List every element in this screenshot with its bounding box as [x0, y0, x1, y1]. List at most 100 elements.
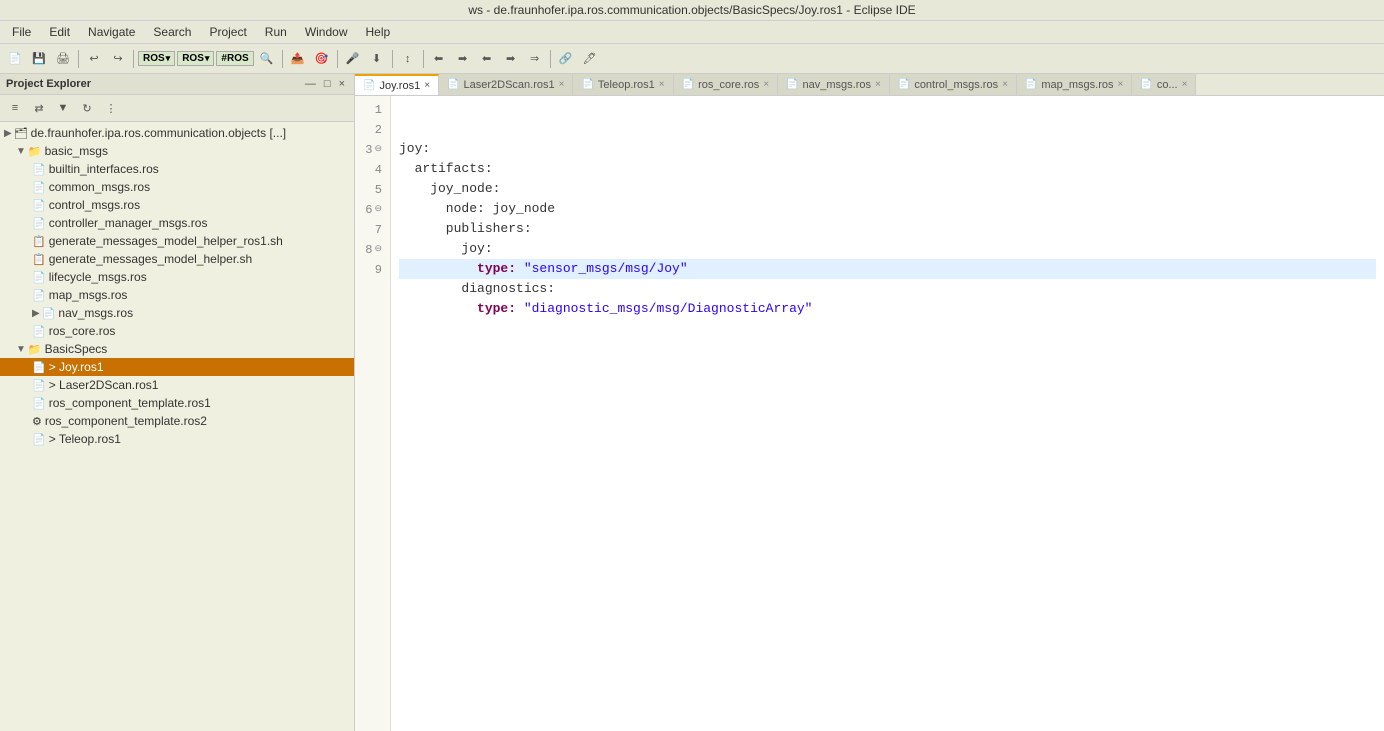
code-line: publishers:	[399, 219, 1376, 239]
sidebar-item-joy-ros1[interactable]: 📄 > Joy.ros1	[0, 358, 354, 376]
toolbar-undo[interactable]: ↩	[83, 48, 105, 70]
sidebar-item-ros-core[interactable]: 📄 ros_core.ros	[0, 322, 354, 340]
sidebar-item-gen-msgs-ros1[interactable]: 📋 generate_messages_model_helper_ros1.sh	[0, 232, 354, 250]
fold-marker[interactable]: ⊖	[374, 243, 382, 257]
menu-item-edit[interactable]: Edit	[41, 23, 78, 41]
tab-close-btn[interactable]: ×	[875, 79, 881, 90]
sidebar-item-laser2d[interactable]: 📄 > Laser2DScan.ros1	[0, 376, 354, 394]
toolbar-fwd3[interactable]: ⇒	[524, 48, 546, 70]
sidebar-collapse-all[interactable]: ≡	[4, 97, 26, 119]
fold-marker[interactable]: ⊖	[374, 203, 382, 217]
sidebar-item-teleop[interactable]: 📄 > Teleop.ros1	[0, 430, 354, 448]
line-number: 8⊖	[359, 240, 382, 260]
menu-item-search[interactable]: Search	[145, 23, 199, 41]
file-tab-icon: 📄	[682, 79, 694, 90]
file-icon: 📄	[42, 307, 56, 320]
code-line: joy_node:	[399, 179, 1376, 199]
sidebar-item-ros-comp-ros1[interactable]: 📄 ros_component_template.ros1	[0, 394, 354, 412]
menu-item-file[interactable]: File	[4, 23, 39, 41]
file-icon: 📄	[32, 163, 46, 176]
sidebar-item-gen-msgs[interactable]: 📋 generate_messages_model_helper.sh	[0, 250, 354, 268]
sidebar-item-common-msgs[interactable]: 📄 common_msgs.ros	[0, 178, 354, 196]
sidebar-close-btn[interactable]: ×	[336, 77, 348, 91]
toolbar-new[interactable]: 📄	[4, 48, 26, 70]
tab-ros-core-ros[interactable]: 📄ros_core.ros×	[674, 74, 778, 95]
file-tab-icon: 📄	[363, 80, 375, 91]
file-icon: 📄	[32, 199, 46, 212]
file-icon: 📄	[32, 289, 46, 302]
sidebar-item-builtin[interactable]: 📄 builtin_interfaces.ros	[0, 160, 354, 178]
tab-laser2dscan-ros1[interactable]: 📄Laser2DScan.ros1×	[439, 74, 573, 95]
sidebar-refresh[interactable]: ↻	[76, 97, 98, 119]
editor-area: 📄Joy.ros1×📄Laser2DScan.ros1×📄Teleop.ros1…	[355, 74, 1384, 731]
sidebar-item-controller-manager[interactable]: 📄 controller_manager_msgs.ros	[0, 214, 354, 232]
tab-close-btn[interactable]: ×	[424, 80, 430, 91]
line-number: 3⊖	[359, 140, 382, 160]
sidebar-item-basic-msgs[interactable]: ▼ 📁 basic_msgs	[0, 142, 354, 160]
tab-teleop-ros1[interactable]: 📄Teleop.ros1×	[573, 74, 673, 95]
script-file-icon: 📋	[32, 253, 46, 266]
toolbar-back[interactable]: ⬅	[428, 48, 450, 70]
sidebar-maximize-btn[interactable]: □	[321, 77, 334, 91]
toolbar-forward-run[interactable]: ➡	[452, 48, 474, 70]
sidebar-link-editor[interactable]: ⇄	[28, 97, 50, 119]
toolbar-sep6	[423, 50, 424, 68]
toolbar-fwd2[interactable]: ➡	[500, 48, 522, 70]
toolbar-mic[interactable]: 🎤	[342, 48, 364, 70]
file-icon: 📄	[32, 361, 46, 374]
toolbar-sep4	[337, 50, 338, 68]
tab-close-btn[interactable]: ×	[1118, 79, 1124, 90]
toolbar-ros3[interactable]: #ROS	[216, 51, 253, 66]
tab-map-msgs-ros[interactable]: 📄map_msgs.ros×	[1017, 74, 1132, 95]
toolbar-back2[interactable]: ⬅	[476, 48, 498, 70]
toolbar-target[interactable]: 🎯	[311, 48, 333, 70]
fold-marker[interactable]: ⊖	[374, 143, 382, 157]
tab-joy-ros1[interactable]: 📄Joy.ros1×	[355, 74, 439, 95]
menu-item-window[interactable]: Window	[297, 23, 356, 41]
main-layout: Project Explorer — □ × ≡ ⇄ ▼ ↻ ⋮ ▶ 🗂 de.…	[0, 74, 1384, 731]
toolbar-external-link[interactable]: 🔗	[555, 48, 577, 70]
file-icon: 📄	[32, 271, 46, 284]
file-icon: 📄	[32, 217, 46, 230]
sidebar-filter[interactable]: ▼	[52, 97, 74, 119]
tab-close-btn[interactable]: ×	[559, 79, 565, 90]
sidebar-item-control-msgs[interactable]: 📄 control_msgs.ros	[0, 196, 354, 214]
toolbar-step[interactable]: ↕	[397, 48, 419, 70]
toolbar-eraser[interactable]: 🖊	[579, 48, 601, 70]
toolbar-run-external[interactable]: 📤	[287, 48, 309, 70]
sidebar-minimize-btn[interactable]: —	[302, 77, 319, 91]
tab-close-btn[interactable]: ×	[1182, 79, 1188, 90]
toolbar-search[interactable]: 🔍	[256, 48, 278, 70]
file-icon: 📄	[32, 379, 46, 392]
tab-control-msgs-ros[interactable]: 📄control_msgs.ros×	[890, 74, 1017, 95]
menu-item-navigate[interactable]: Navigate	[80, 23, 143, 41]
line-number: 6⊖	[359, 200, 382, 220]
toolbar-arrow-down[interactable]: ⬇	[366, 48, 388, 70]
menu-item-project[interactable]: Project	[201, 23, 254, 41]
sidebar-item-map-msgs[interactable]: 📄 map_msgs.ros	[0, 286, 354, 304]
toolbar-save[interactable]: 💾	[28, 48, 50, 70]
toolbar-redo[interactable]: ↪	[107, 48, 129, 70]
tab-close-btn[interactable]: ×	[763, 79, 769, 90]
code-content[interactable]: joy: artifacts: joy_node: node: joy_node…	[391, 96, 1384, 731]
sidebar-item-ros-comp-ros2[interactable]: ⚙ ros_component_template.ros2	[0, 412, 354, 430]
sidebar-item-basicspecs[interactable]: ▼ 📁 BasicSpecs	[0, 340, 354, 358]
sidebar-item-nav-msgs[interactable]: ▶ 📄 nav_msgs.ros	[0, 304, 354, 322]
menu-item-run[interactable]: Run	[257, 23, 295, 41]
toolbar-print[interactable]: 🖨	[52, 48, 74, 70]
toolbar-ros1[interactable]: ROS▾	[138, 51, 175, 66]
sidebar-more[interactable]: ⋮	[100, 97, 122, 119]
file-icon: 📄	[32, 325, 46, 338]
toolbar-ros2[interactable]: ROS▾	[177, 51, 214, 66]
tab-co---[interactable]: 📄co...×	[1132, 74, 1196, 95]
sidebar-item-root[interactable]: ▶ 🗂 de.fraunhofer.ipa.ros.communication.…	[0, 124, 354, 142]
toolbar-sep2	[133, 50, 134, 68]
menu-item-help[interactable]: Help	[358, 23, 399, 41]
sidebar-item-lifecycle[interactable]: 📄 lifecycle_msgs.ros	[0, 268, 354, 286]
code-editor[interactable]: 123⊖456⊖78⊖9 joy: artifacts: joy_node: n…	[355, 96, 1384, 731]
tab-close-btn[interactable]: ×	[1002, 79, 1008, 90]
code-line: artifacts:	[399, 159, 1376, 179]
file-icon: 📄	[32, 397, 46, 410]
tab-close-btn[interactable]: ×	[659, 79, 665, 90]
tab-nav-msgs-ros[interactable]: 📄nav_msgs.ros×	[778, 74, 890, 95]
